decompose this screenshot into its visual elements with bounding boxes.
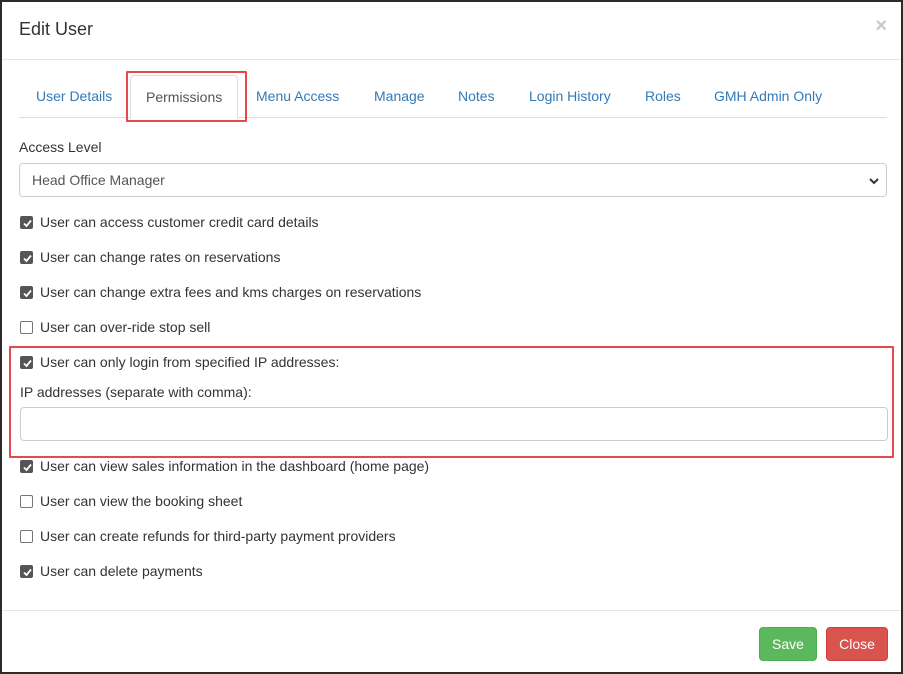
perm-label: User can change rates on reservations [40,249,281,265]
tab-permissions[interactable]: Permissions [130,75,239,119]
checkbox-checked[interactable] [20,459,33,473]
checkbox-unchecked[interactable] [20,320,33,334]
checkbox-checked[interactable] [20,355,33,369]
edit-user-dialog: Edit User × User Details Permissions Men… [0,0,903,674]
tab-notes[interactable]: Notes [443,75,510,118]
dialog-title: Edit User [19,19,94,39]
perm-override-stop-sell[interactable]: User can over-ride stop sell [20,317,210,337]
perm-label: User can change extra fees and kms charg… [40,284,422,300]
perm-label: User can access customer credit card det… [40,214,319,230]
perm-label: User can view sales information in the d… [40,458,430,474]
perm-delete-payments[interactable]: User can delete payments [20,561,203,581]
checkbox-checked[interactable] [20,250,33,264]
dialog-header: Edit User × [2,2,901,60]
ip-addresses-label: IP addresses (separate with comma): [20,384,252,400]
save-button[interactable]: Save [759,627,817,661]
perm-label: User can only login from specified IP ad… [40,354,340,370]
perm-view-sales[interactable]: User can view sales information in the d… [20,456,429,476]
access-level-value: Head Office Manager [32,172,165,188]
tab-manage[interactable]: Manage [359,75,440,118]
tab-gmh-admin-only[interactable]: GMH Admin Only [699,75,837,118]
perm-change-rates[interactable]: User can change rates on reservations [20,247,280,267]
checkbox-checked[interactable] [20,215,33,229]
tab-roles[interactable]: Roles [630,75,696,118]
perm-label: User can delete payments [40,563,203,579]
perm-label: User can view the booking sheet [40,493,243,509]
checkbox-unchecked[interactable] [20,494,33,508]
checkbox-unchecked[interactable] [20,529,33,543]
close-icon[interactable]: × [875,16,887,36]
tab-bar: User Details Permissions Menu Access Man… [19,75,887,119]
tab-menu-access[interactable]: Menu Access [241,75,354,118]
access-level-label: Access Level [19,139,102,155]
chevron-down-icon [869,178,879,185]
perm-label: User can over-ride stop sell [40,319,211,335]
perm-ip-restriction[interactable]: User can only login from specified IP ad… [20,352,339,372]
close-button[interactable]: Close [826,627,888,661]
perm-label: User can create refunds for third-party … [40,528,396,544]
tab-user-details[interactable]: User Details [21,75,127,118]
perm-refunds[interactable]: User can create refunds for third-party … [20,526,396,546]
checkbox-checked[interactable] [20,285,33,299]
perm-extra-fees[interactable]: User can change extra fees and kms charg… [20,282,421,302]
perm-booking-sheet[interactable]: User can view the booking sheet [20,491,242,511]
access-level-select[interactable]: Head Office Manager [19,163,887,197]
checkbox-checked[interactable] [20,564,33,578]
perm-credit-card[interactable]: User can access customer credit card det… [20,212,319,232]
tab-login-history[interactable]: Login History [514,75,626,118]
ip-addresses-input[interactable] [20,407,888,441]
